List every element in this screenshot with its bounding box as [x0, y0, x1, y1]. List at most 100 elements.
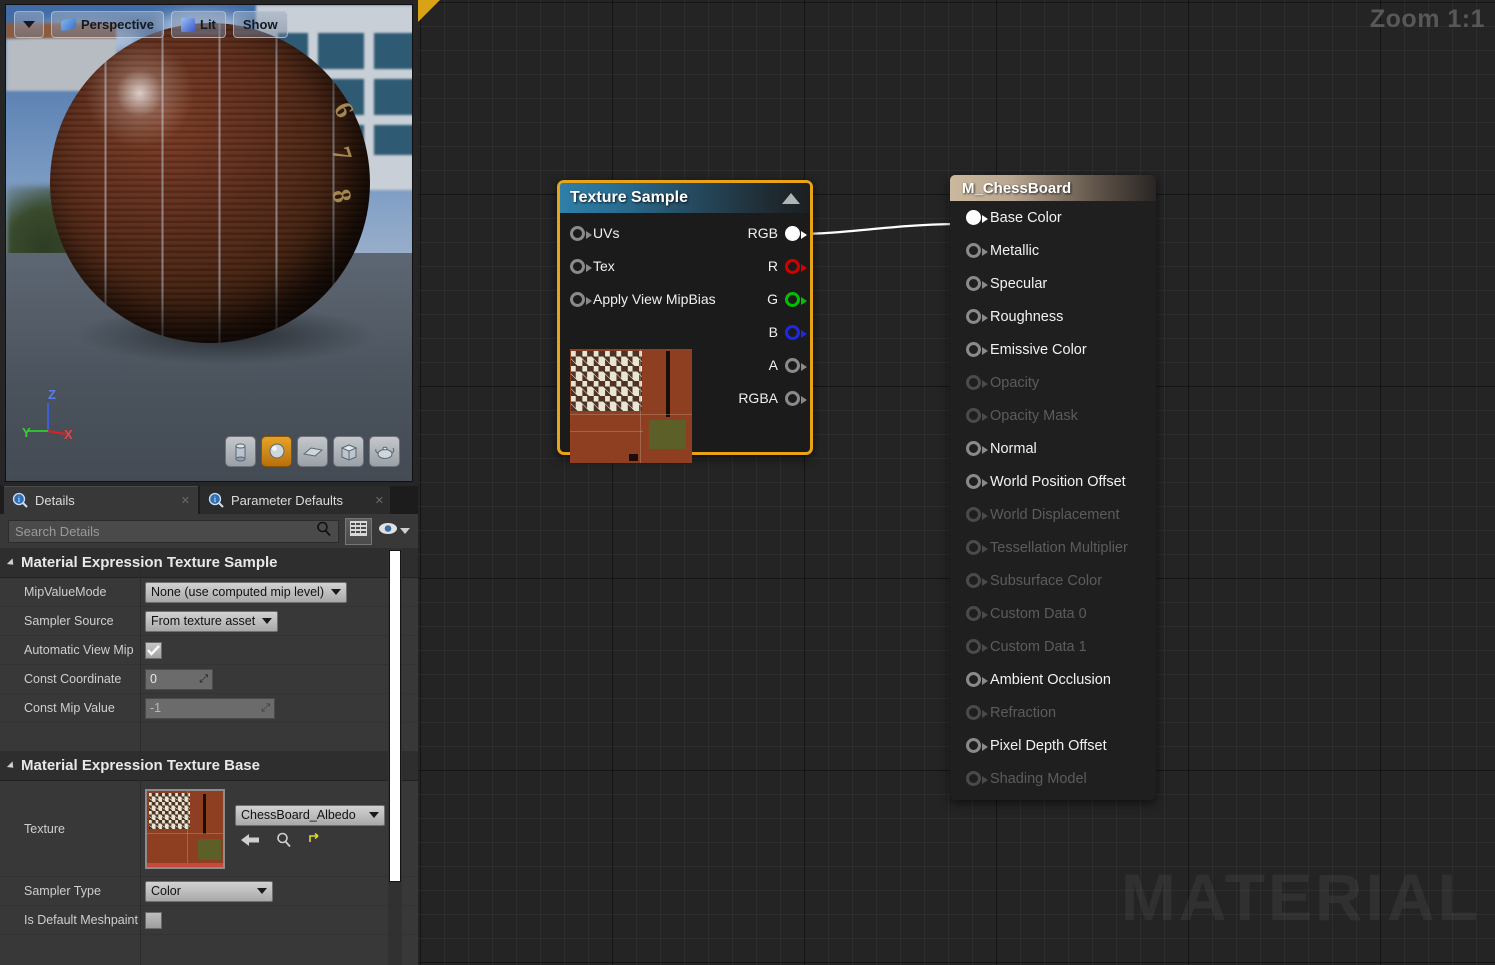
category-header-texture-base[interactable]: Material Expression Texture Base: [0, 751, 418, 781]
output-pin-b[interactable]: B: [769, 324, 807, 340]
texture-detail: [570, 413, 692, 415]
pin-normal-icon[interactable]: [966, 441, 988, 456]
pin-tex-icon[interactable]: [570, 258, 592, 274]
const-mip-value-input[interactable]: -1 ⤢: [145, 697, 275, 719]
tab-details[interactable]: i Details ✕: [4, 486, 198, 514]
node-texture-preview: [570, 349, 692, 463]
pin-apply-view-mipbias-icon[interactable]: [570, 291, 592, 307]
preview-sphere-mesh[interactable]: 6 7 8: [50, 23, 370, 343]
viewport-options-dropdown[interactable]: [14, 11, 44, 38]
pin-uvs-icon[interactable]: [570, 225, 592, 241]
pin-base-color-icon[interactable]: [966, 210, 988, 225]
output-pin-rgba[interactable]: RGBA: [738, 390, 807, 406]
search-input[interactable]: Search Details: [8, 519, 339, 543]
sampler-source-combo[interactable]: From texture asset: [145, 610, 279, 632]
view-options-button[interactable]: [378, 522, 410, 540]
pin-label: A: [768, 357, 778, 373]
pin-label: Opacity: [990, 374, 1040, 391]
node-material-result-header[interactable]: M_ChessBoard: [950, 175, 1156, 201]
pin-emissive-color-icon[interactable]: [966, 342, 988, 357]
material-pin-metallic[interactable]: Metallic: [950, 234, 1156, 267]
search-icon: [316, 521, 332, 542]
pin-world-position-offset-icon[interactable]: [966, 474, 988, 489]
mipvaluemode-combo[interactable]: None (use computed mip level): [145, 581, 347, 603]
pin-pixel-depth-offset-icon[interactable]: [966, 738, 988, 753]
property-row-sampler-type: Sampler Type Color: [0, 877, 418, 906]
pin-specular-icon[interactable]: [966, 276, 988, 291]
pin-metallic-icon[interactable]: [966, 243, 988, 258]
chevron-down-icon: [262, 618, 273, 624]
close-icon[interactable]: ✕: [375, 494, 384, 507]
browse-icon[interactable]: [276, 832, 292, 853]
axis-label-x: X: [64, 427, 73, 442]
automatic-view-mip-checkbox[interactable]: [145, 641, 162, 659]
input-pin-apply-view-mipbias[interactable]: Apply View MipBias: [570, 291, 716, 307]
pin-label: Custom Data 1: [990, 638, 1087, 655]
spinner-icon[interactable]: ⤢: [261, 702, 270, 715]
texture-detail: [147, 862, 223, 867]
output-pin-r[interactable]: R: [768, 258, 807, 274]
material-pin-subsurface-color: Subsurface Color: [950, 564, 1156, 597]
pin-b-icon[interactable]: [785, 324, 807, 340]
preview-shape-cube[interactable]: [333, 436, 364, 467]
node-texture-sample[interactable]: Texture Sample UVs Tex Apply View MipBia…: [557, 180, 813, 463]
spinner-icon[interactable]: ⤢: [199, 673, 208, 686]
sampler-type-combo[interactable]: Color: [145, 880, 273, 902]
pin-ambient-occlusion-icon[interactable]: [966, 672, 988, 687]
property-row-is-default-meshpaint: Is Default Meshpaint: [0, 906, 418, 935]
material-preview-viewport[interactable]: 6 7 8 Perspective Lit Show Z Y X: [5, 4, 413, 482]
is-default-meshpaint-checkbox[interactable]: [145, 911, 162, 929]
material-pin-base-color[interactable]: Base Color: [950, 201, 1156, 234]
material-pin-specular[interactable]: Specular: [950, 267, 1156, 300]
chevron-up-icon[interactable]: [782, 192, 800, 204]
viewport-lit-button[interactable]: Lit: [171, 11, 226, 38]
back-arrow-icon[interactable]: [241, 833, 260, 852]
preview-shape-plane[interactable]: [297, 436, 328, 467]
building-glass: [318, 33, 364, 69]
preview-shape-teapot[interactable]: [369, 436, 400, 467]
pin-rgba-icon[interactable]: [785, 390, 807, 406]
input-pin-uvs[interactable]: UVs: [570, 225, 619, 241]
output-pin-rgb[interactable]: RGB: [748, 225, 807, 241]
camera-icon: [61, 17, 76, 32]
viewport-show-button[interactable]: Show: [232, 11, 288, 38]
material-pin-normal[interactable]: Normal: [950, 432, 1156, 465]
material-pin-emissive-color[interactable]: Emissive Color: [950, 333, 1156, 366]
pin-g-icon[interactable]: [785, 291, 807, 307]
preview-shape-sphere[interactable]: [261, 436, 292, 467]
details-column-divider: [140, 548, 141, 965]
material-pin-roughness[interactable]: Roughness: [950, 300, 1156, 333]
axis-gizmo: Z Y X: [22, 387, 78, 442]
pin-label: UVs: [593, 225, 620, 241]
check-icon: [147, 644, 160, 656]
grid-view-button[interactable]: [345, 517, 372, 545]
preview-shape-cylinder[interactable]: [225, 436, 256, 467]
tab-parameter-defaults[interactable]: i Parameter Defaults ✕: [200, 486, 390, 514]
node-texture-sample-header[interactable]: Texture Sample: [560, 183, 810, 213]
material-pin-world-position-offset[interactable]: World Position Offset: [950, 465, 1156, 498]
reset-icon[interactable]: [308, 832, 322, 852]
material-pin-pixel-depth-offset[interactable]: Pixel Depth Offset: [950, 729, 1156, 762]
pin-r-icon[interactable]: [785, 258, 807, 274]
details-scrollbar-thumb[interactable]: [389, 550, 401, 882]
pin-roughness-icon[interactable]: [966, 309, 988, 324]
pin-label: Pixel Depth Offset: [990, 737, 1107, 754]
output-pin-g[interactable]: G: [767, 291, 807, 307]
material-pin-ambient-occlusion[interactable]: Ambient Occlusion: [950, 663, 1156, 696]
pin-a-icon[interactable]: [785, 357, 807, 373]
asset-name: ChessBoard_Albedo: [241, 808, 356, 822]
material-pin-refraction: Refraction: [950, 696, 1156, 729]
node-material-result[interactable]: M_ChessBoard Base Color Metallic Specula…: [950, 175, 1156, 800]
viewport-perspective-button[interactable]: Perspective: [51, 11, 164, 38]
output-pin-a[interactable]: A: [768, 357, 807, 373]
close-icon[interactable]: ✕: [181, 494, 190, 507]
texture-asset-combo[interactable]: ChessBoard_Albedo: [235, 804, 385, 826]
const-coordinate-input[interactable]: 0 ⤢: [145, 668, 213, 690]
texture-thumbnail[interactable]: [145, 788, 225, 869]
material-node-graph[interactable]: Zoom 1:1 MATERIAL Texture Sample UVs Tex: [418, 0, 1495, 965]
category-header-texture-sample[interactable]: Material Expression Texture Sample: [0, 548, 418, 578]
pin-rgb-icon[interactable]: [785, 225, 807, 241]
pin-shading-model-icon: [966, 771, 988, 786]
input-pin-tex[interactable]: Tex: [570, 258, 615, 274]
axis-label-y: Y: [22, 425, 31, 440]
